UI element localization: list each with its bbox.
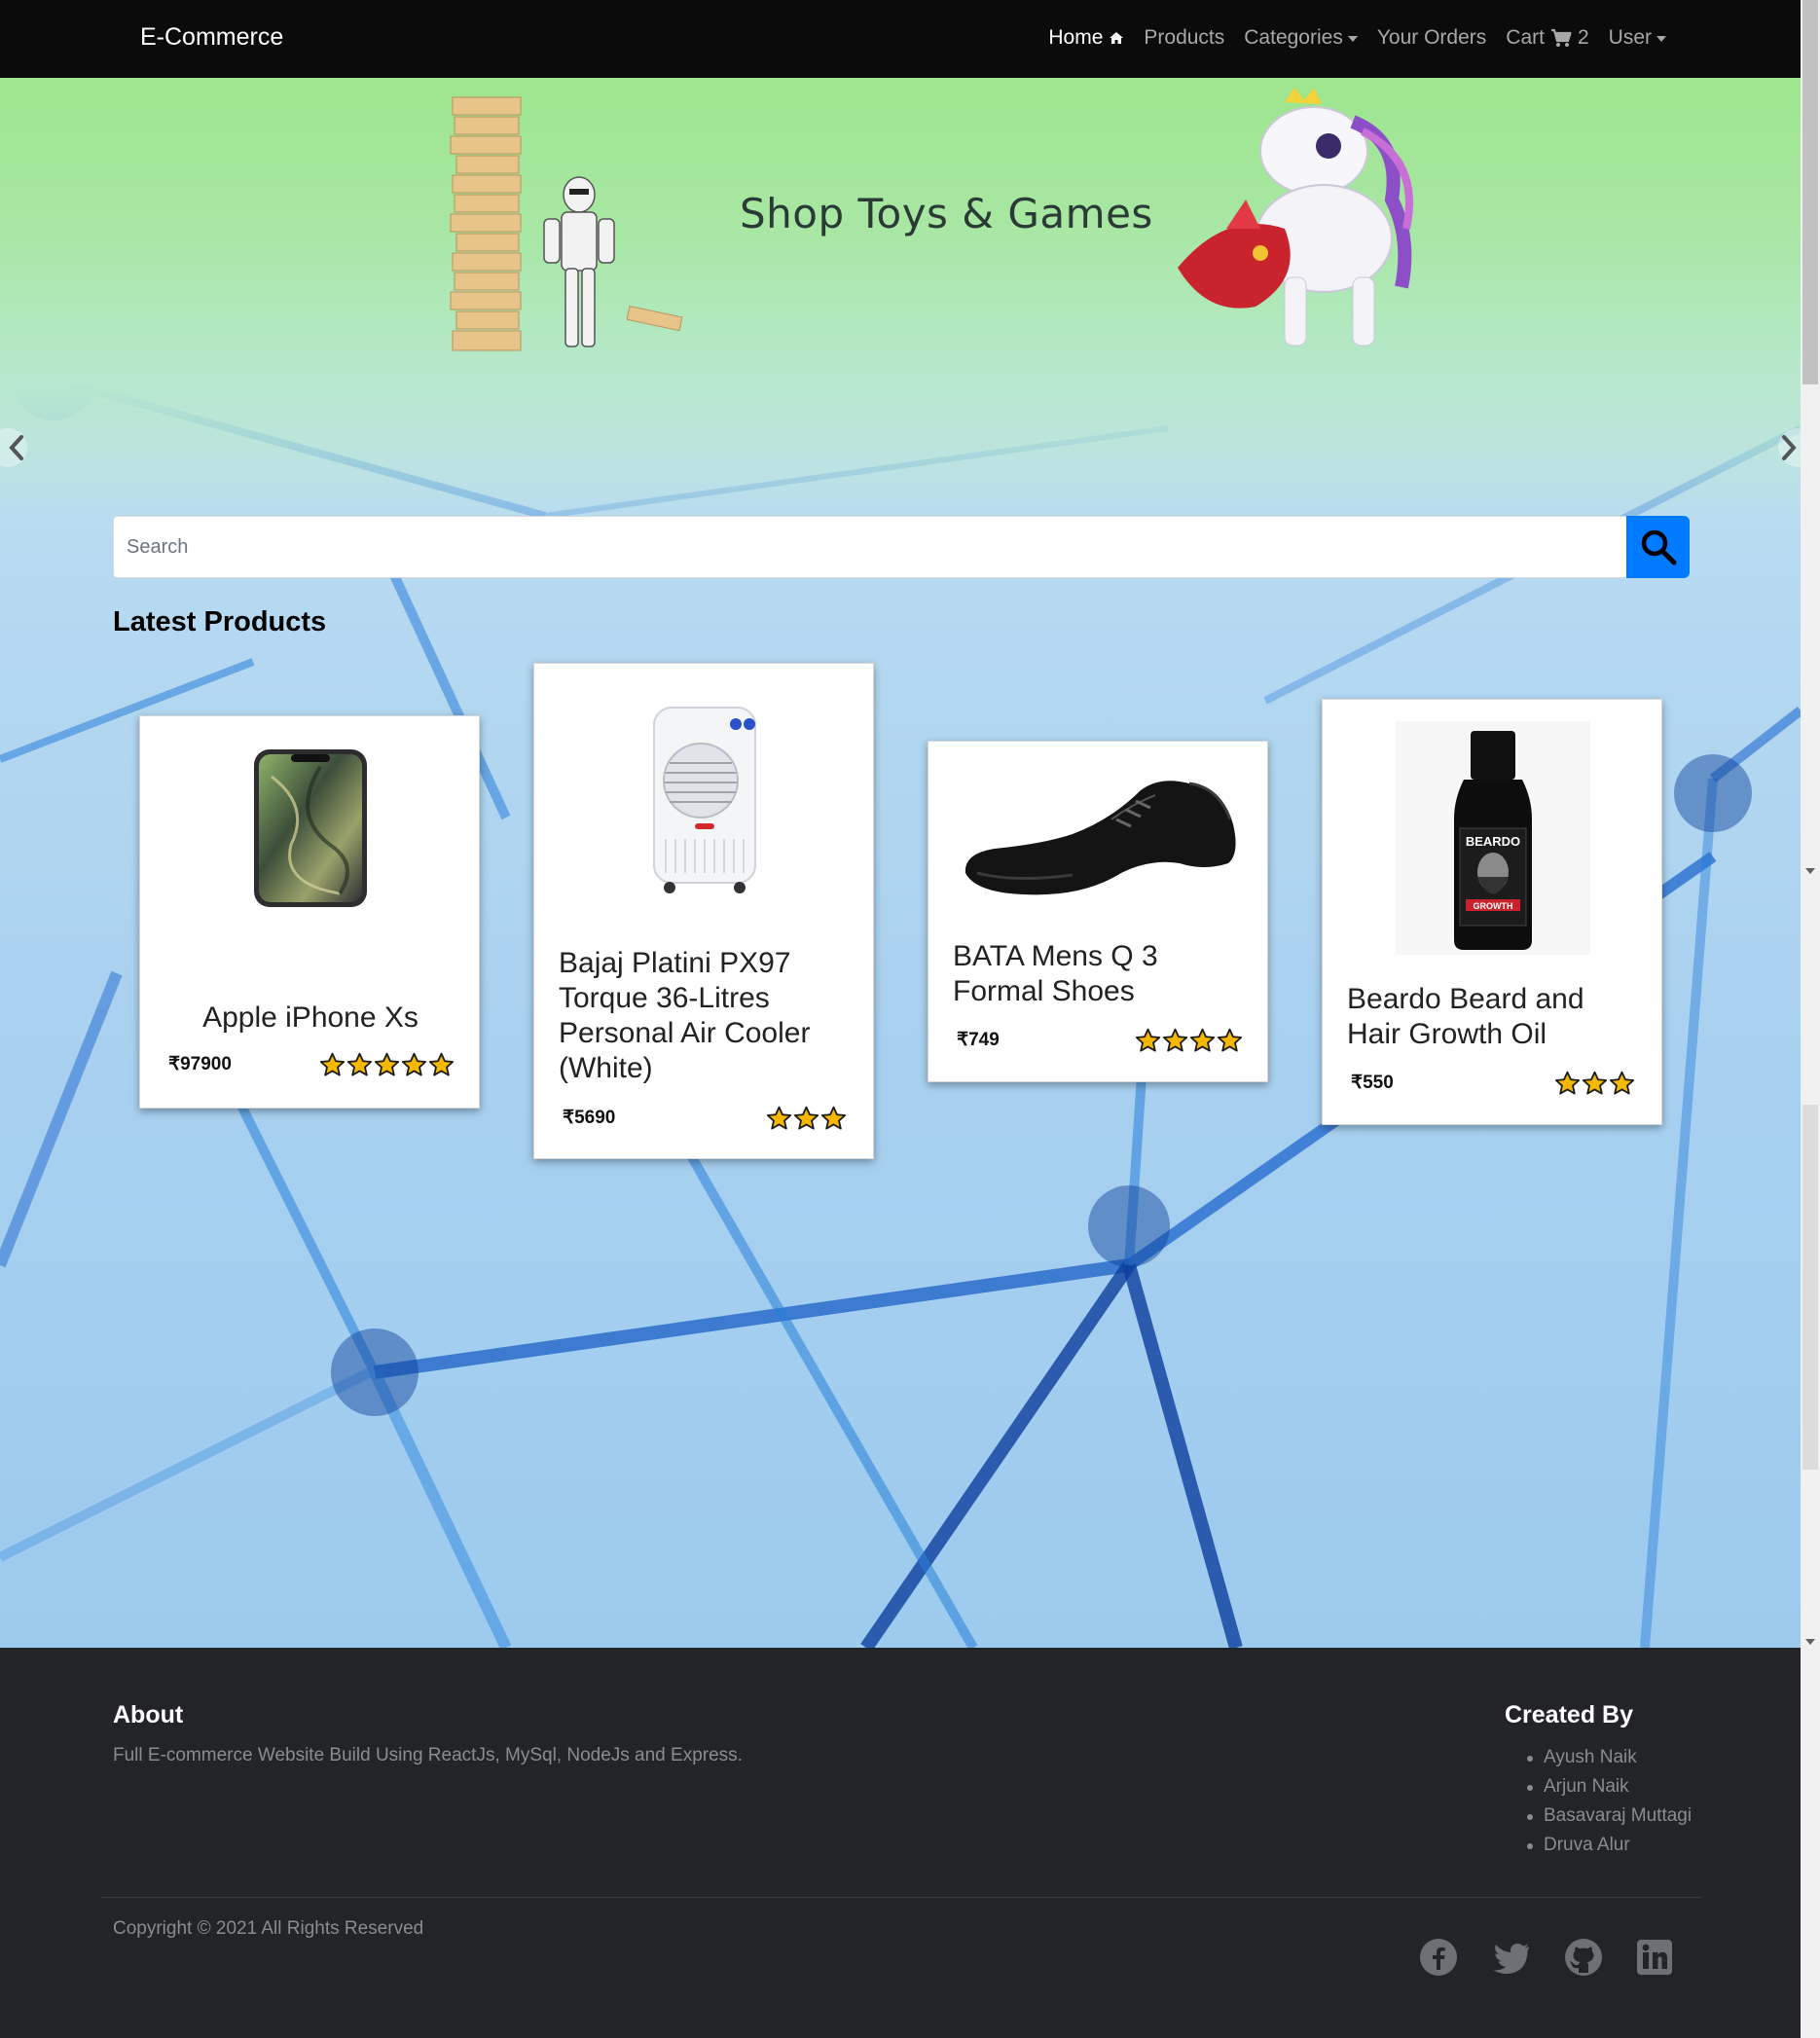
hero-carousel: Shop Toys & Games — [0, 78, 1817, 516]
nav-cart-link[interactable]: Cart 2 — [1506, 26, 1588, 50]
nav-products-link[interactable]: Products — [1144, 26, 1224, 50]
creator-item: Arjun Naik — [1524, 1772, 1692, 1801]
carousel-title: Shop Toys & Games — [740, 190, 1153, 237]
facebook-icon[interactable] — [1419, 1938, 1458, 1977]
carousel-prev-button[interactable] — [0, 423, 39, 472]
page-scrollbar[interactable] — [1801, 0, 1820, 2038]
svg-text:BEARDO: BEARDO — [1466, 834, 1520, 849]
product-image-cooler — [627, 703, 783, 897]
product-name: Apple iPhone Xs — [202, 1001, 419, 1034]
cart-icon — [1550, 28, 1572, 48]
search-icon — [1641, 529, 1676, 565]
nav-home-label: Home — [1048, 26, 1104, 49]
nav-categories-label: Categories — [1244, 26, 1343, 49]
star-icon — [346, 1052, 373, 1076]
copyright-text: Copyright © 2021 All Rights Reserved — [113, 1918, 424, 1939]
footer-about-text: Full E-commerce Website Build Using Reac… — [113, 1745, 743, 1765]
scroll-down-arrow-icon[interactable] — [1805, 1639, 1815, 1645]
navbar: E-Commerce Home Products Categories Your… — [0, 0, 1801, 78]
twitter-icon[interactable] — [1492, 1938, 1531, 1977]
footer-created-title: Created By — [1505, 1701, 1633, 1729]
creator-item: Ayush Naik — [1524, 1743, 1692, 1772]
star-icon — [1162, 1028, 1188, 1052]
scrollbar-thumb[interactable] — [1802, 0, 1818, 384]
chevron-left-icon — [0, 428, 27, 467]
nav-user-label: User — [1608, 26, 1652, 49]
product-image-shoes — [953, 766, 1245, 902]
star-icon — [1189, 1028, 1216, 1052]
star-icon — [1217, 1028, 1243, 1052]
creator-item: Basavaraj Muttagi — [1524, 1801, 1692, 1831]
footer-divider — [101, 1897, 1702, 1898]
chevron-right-icon — [1778, 428, 1817, 467]
product-price: ₹5690 — [563, 1108, 616, 1128]
rating-stars — [1553, 1071, 1635, 1097]
scroll-down-arrow-icon[interactable] — [1805, 868, 1815, 874]
nav-orders-link[interactable]: Your Orders — [1377, 26, 1486, 50]
brand-logo[interactable]: E-Commerce — [140, 23, 283, 52]
linkedin-icon[interactable] — [1635, 1938, 1674, 1977]
nav-categories-dropdown[interactable]: Categories — [1244, 26, 1358, 50]
star-icon — [1135, 1028, 1161, 1052]
nav-links: Home Products Categories Your Orders Car… — [1029, 26, 1666, 50]
star-icon — [374, 1052, 400, 1076]
star-icon — [766, 1106, 792, 1130]
star-icon — [1609, 1071, 1635, 1095]
product-price: ₹97900 — [168, 1054, 232, 1074]
product-name: Bajaj Platini PX97 Torque 36-Litres Pers… — [559, 947, 811, 1084]
creator-item: Druva Alur — [1524, 1831, 1692, 1860]
product-card[interactable]: Apple iPhone Xs ₹97900 — [139, 715, 480, 1109]
footer: About Full E-commerce Website Build Usin… — [0, 1648, 1801, 2038]
product-card[interactable]: BATA Mens Q 3 Formal Shoes ₹749 — [928, 741, 1268, 1082]
carousel-next-button[interactable] — [1766, 423, 1817, 472]
product-card[interactable]: BEARDO GROWTH Beardo Beard and Hair Grow… — [1322, 699, 1662, 1125]
cart-count-badge: 2 — [1577, 26, 1589, 49]
star-icon — [1582, 1071, 1608, 1095]
star-icon — [1554, 1071, 1581, 1095]
creators-list: Ayush Naik Arjun Naik Basavaraj Muttagi … — [1524, 1743, 1692, 1860]
star-icon — [820, 1106, 847, 1130]
scrollbar-track-segment — [1802, 1105, 1818, 1470]
product-name: Beardo Beard and Hair Growth Oil — [1347, 983, 1584, 1050]
toy-blocks-image — [450, 96, 683, 351]
rating-stars — [318, 1052, 455, 1078]
rating-stars — [1134, 1028, 1243, 1054]
section-title: Latest Products — [113, 606, 327, 637]
toy-pony-image — [1178, 88, 1413, 346]
rating-stars — [765, 1106, 847, 1132]
product-image-phone — [247, 746, 374, 911]
svg-text:GROWTH: GROWTH — [1474, 901, 1513, 911]
nav-cart-label: Cart — [1506, 26, 1545, 49]
product-card[interactable]: Bajaj Platini PX97 Torque 36-Litres Pers… — [533, 663, 874, 1159]
product-price: ₹550 — [1351, 1073, 1394, 1093]
home-icon — [1109, 31, 1124, 45]
star-icon — [428, 1052, 455, 1076]
search-input[interactable] — [113, 516, 1627, 578]
product-name: BATA Mens Q 3 Formal Shoes — [953, 940, 1158, 1007]
nav-home-link[interactable]: Home — [1048, 26, 1124, 50]
footer-about-title: About — [113, 1701, 184, 1729]
github-icon[interactable] — [1564, 1938, 1603, 1977]
nav-user-dropdown[interactable]: User — [1609, 26, 1666, 50]
chevron-down-icon — [1656, 36, 1666, 42]
chevron-down-icon — [1347, 36, 1358, 42]
product-image-beard-oil: BEARDO GROWTH — [1396, 721, 1590, 955]
star-icon — [401, 1052, 427, 1076]
star-icon — [319, 1052, 346, 1076]
search-button[interactable] — [1626, 516, 1690, 578]
product-price: ₹749 — [957, 1030, 1000, 1050]
star-icon — [793, 1106, 819, 1130]
